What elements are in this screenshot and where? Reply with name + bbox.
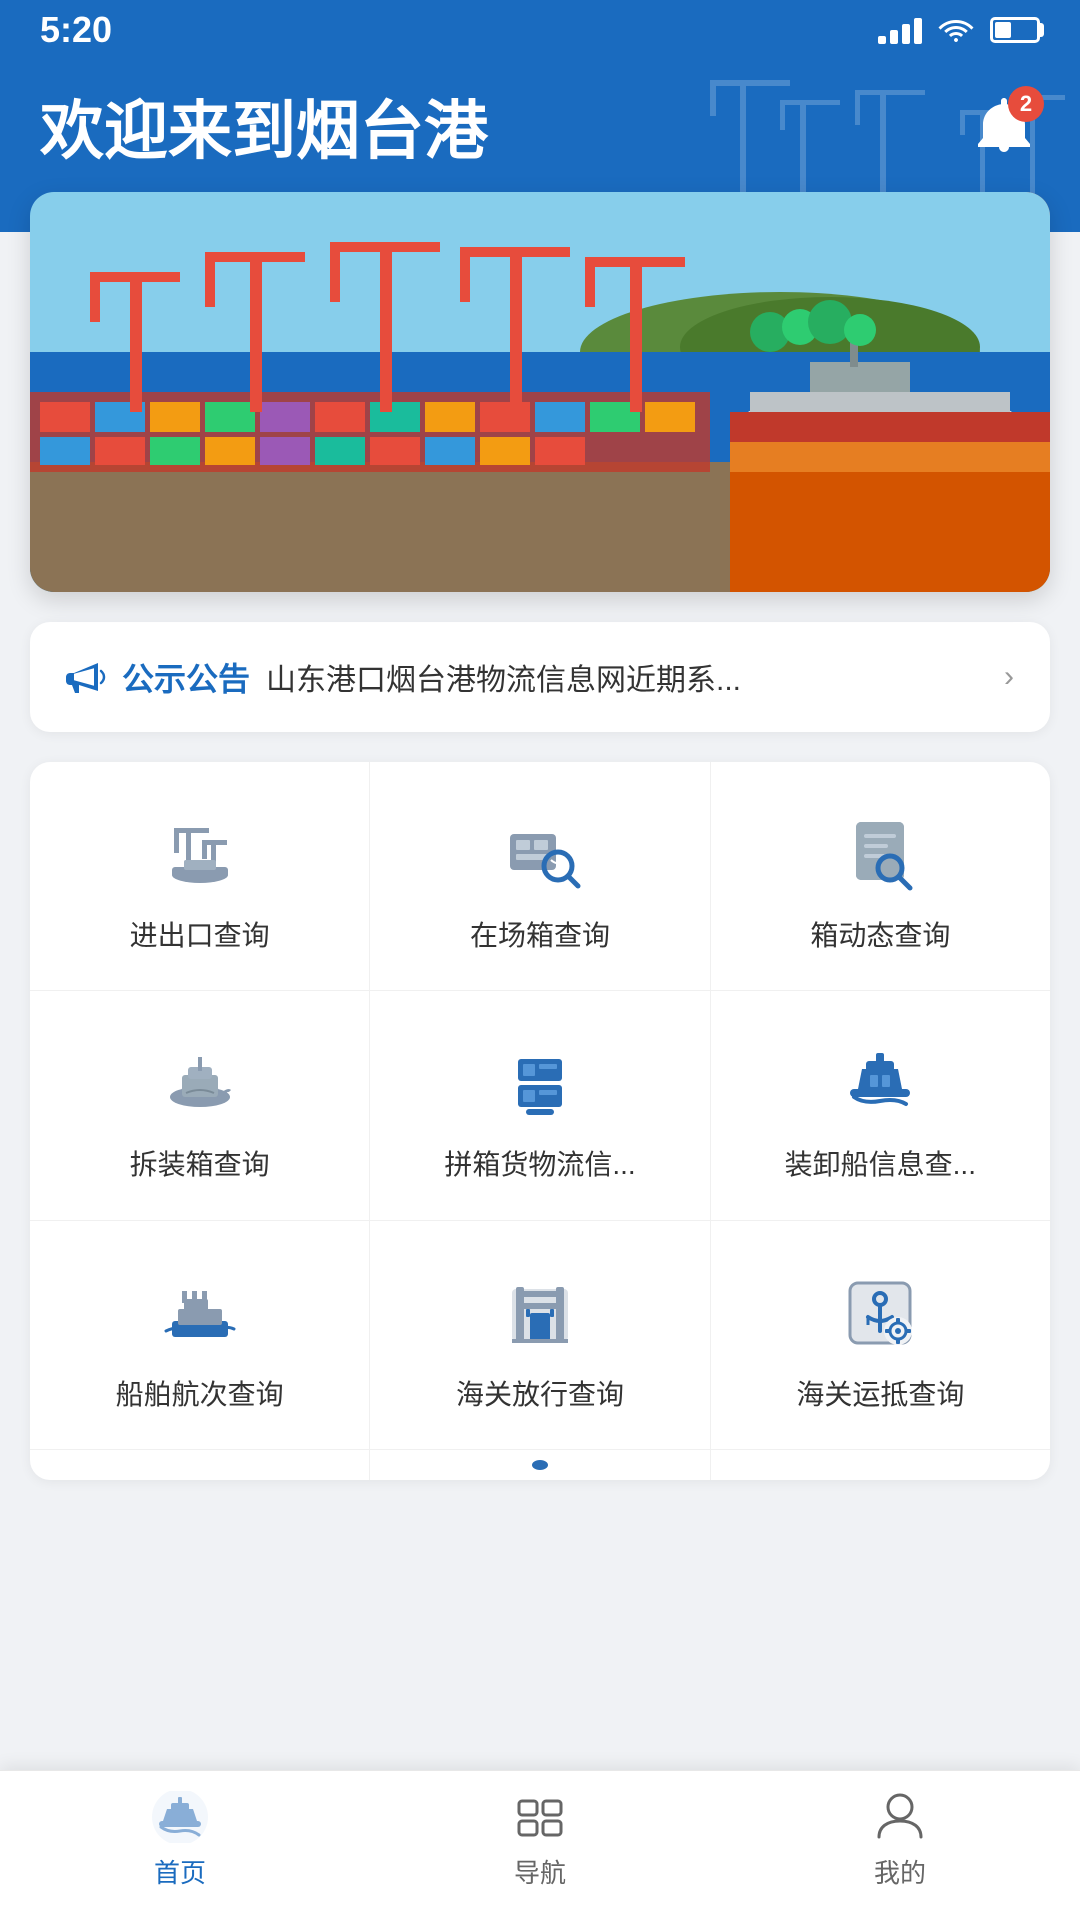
factory-ship-icon bbox=[156, 1269, 244, 1357]
ship-water-icon bbox=[156, 1039, 244, 1127]
menu-item-import-export[interactable]: 进出口查询 bbox=[30, 762, 370, 990]
menu-label: 拼箱货物流信... bbox=[444, 1147, 635, 1183]
menu-label: 在场箱查询 bbox=[470, 918, 610, 954]
announcement-arrow: › bbox=[1004, 660, 1014, 694]
menu-label: 箱动态查询 bbox=[810, 918, 950, 954]
customs-gate-icon bbox=[496, 1269, 584, 1357]
grid-row-3: 船舶航次查询 海关放行查询 bbox=[30, 1221, 1050, 1450]
nav-label-home: 首页 bbox=[154, 1853, 206, 1890]
wifi-icon bbox=[938, 16, 974, 44]
navigation-icon bbox=[511, 1791, 569, 1843]
menu-item-load-unload[interactable]: 装卸船信息查... bbox=[711, 991, 1050, 1219]
menu-label: 进出口查询 bbox=[130, 918, 270, 954]
anchor-gear-icon bbox=[836, 1269, 924, 1357]
ship-blue-icon bbox=[836, 1039, 924, 1127]
notification-badge: 2 bbox=[1008, 86, 1044, 122]
nav-item-profile[interactable]: 我的 bbox=[720, 1791, 1080, 1890]
announcement-bar[interactable]: 公示公告 山东港口烟台港物流信息网近期系... › bbox=[30, 622, 1050, 732]
menu-item-customs-release[interactable]: 海关放行查询 bbox=[370, 1221, 710, 1449]
banner bbox=[30, 192, 1050, 592]
menu-item-mixed-cargo[interactable]: 拼箱货物流信... bbox=[370, 991, 710, 1219]
menu-label: 海关运抵查询 bbox=[796, 1377, 964, 1413]
announcement-icon bbox=[66, 659, 106, 695]
signal-icon bbox=[878, 16, 922, 44]
menu-label: 装卸船信息查... bbox=[785, 1147, 976, 1183]
profile-icon bbox=[871, 1791, 929, 1843]
status-bar: 5:20 bbox=[0, 0, 1080, 60]
menu-item-dismantle[interactable]: 拆装箱查询 bbox=[30, 991, 370, 1219]
menu-grid: 进出口查询 在场箱查询 bbox=[30, 762, 1050, 1480]
menu-item-r4-2[interactable] bbox=[370, 1450, 710, 1480]
menu-item-r4-3[interactable] bbox=[711, 1450, 1050, 1480]
status-icons bbox=[878, 16, 1040, 44]
grid-row-4 bbox=[30, 1450, 1050, 1480]
menu-item-voyage[interactable]: 船舶航次查询 bbox=[30, 1221, 370, 1449]
nav-item-navigation[interactable]: 导航 bbox=[360, 1791, 720, 1890]
menu-item-onsite-box[interactable]: 在场箱查询 bbox=[370, 762, 710, 990]
announcement-label: 公示公告 bbox=[122, 654, 250, 700]
menu-label: 船舶航次查询 bbox=[116, 1377, 284, 1413]
home-icon bbox=[151, 1791, 209, 1843]
nav-item-home[interactable]: 首页 bbox=[0, 1791, 360, 1890]
menu-item-customs-arrival[interactable]: 海关运抵查询 bbox=[711, 1221, 1050, 1449]
crane-ship-icon bbox=[156, 810, 244, 898]
container-search-icon bbox=[496, 810, 584, 898]
nav-label-navigation: 导航 bbox=[514, 1853, 566, 1890]
grid-row-1: 进出口查询 在场箱查询 bbox=[30, 762, 1050, 991]
port-image bbox=[30, 192, 1050, 592]
battery-icon bbox=[990, 17, 1040, 43]
doc-search-icon bbox=[836, 810, 924, 898]
menu-label: 海关放行查询 bbox=[456, 1377, 624, 1413]
announcement-text: 山东港口烟台港物流信息网近期系... bbox=[266, 655, 988, 699]
nav-label-profile: 我的 bbox=[874, 1853, 926, 1890]
menu-item-box-dynamic[interactable]: 箱动态查询 bbox=[711, 762, 1050, 990]
menu-label: 拆装箱查询 bbox=[130, 1147, 270, 1183]
page-title: 欢迎来到烟台港 bbox=[40, 80, 488, 172]
grid-row-2: 拆装箱查询 拼箱货物流信... bbox=[30, 991, 1050, 1220]
menu-item-r4-1[interactable] bbox=[30, 1450, 370, 1480]
bottom-nav: 首页 导航 我的 bbox=[0, 1770, 1080, 1920]
notification-bell[interactable]: 2 bbox=[968, 90, 1040, 162]
stacked-boxes-icon bbox=[496, 1039, 584, 1127]
status-time: 5:20 bbox=[40, 9, 112, 51]
